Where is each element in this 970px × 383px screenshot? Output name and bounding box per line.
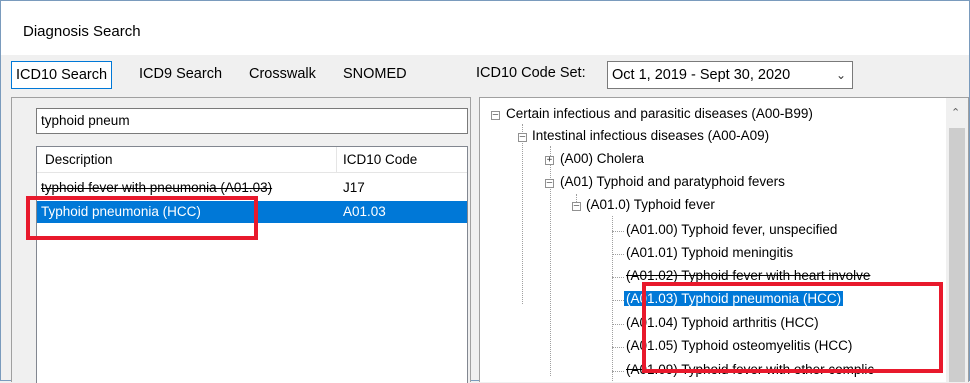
collapse-icon[interactable]: – [545, 179, 554, 188]
tree-node-group[interactable]: Intestinal infectious diseases (A00-A09) [532, 128, 769, 143]
tree-scrollbar[interactable]: ⌃ [946, 98, 968, 382]
title-bar: Diagnosis Search [1, 1, 969, 55]
tree-leaf[interactable]: (A01.00) Typhoid fever, unspecified [626, 222, 837, 237]
codeset-label: ICD10 Code Set: [476, 65, 586, 81]
chevron-down-icon: ⌄ [835, 68, 846, 82]
annotation-highlight-tree [642, 282, 943, 373]
tree-connector [612, 300, 624, 301]
results-list: Description ICD10 Code typhoid fever wit… [36, 146, 468, 383]
tree-connector [612, 371, 624, 372]
tree-node-typhoid-fever[interactable]: (A01.0) Typhoid fever [586, 197, 715, 212]
tree-node-root[interactable]: Certain infectious and parasitic disease… [506, 106, 813, 121]
tab-icd9-search[interactable]: ICD9 Search [135, 61, 226, 89]
tab-icd10-search[interactable]: ICD10 Search [11, 61, 113, 89]
result-code: A01.03 [343, 204, 386, 219]
tree-node-typhoid[interactable]: (A01) Typhoid and paratyphoid fevers [560, 174, 785, 189]
tree-connector [612, 254, 624, 255]
results-header: Description ICD10 Code [37, 147, 467, 173]
diagnosis-search-window: Diagnosis Search ICD10 Search ICD9 Searc… [0, 0, 970, 383]
column-header-code[interactable]: ICD10 Code [343, 152, 417, 167]
collapse-icon[interactable]: – [572, 202, 581, 211]
tab-snomed[interactable]: SNOMED [339, 61, 411, 89]
window-title: Diagnosis Search [23, 23, 141, 40]
scroll-up-icon[interactable]: ⌃ [951, 106, 960, 119]
column-header-description[interactable]: Description [45, 152, 113, 167]
scrollbar-thumb[interactable] [949, 128, 965, 382]
annotation-highlight-result [26, 196, 258, 240]
codeset-dropdown[interactable]: Oct 1, 2019 - Sept 30, 2020 ⌄ [607, 61, 853, 89]
tab-crosswalk[interactable]: Crosswalk [245, 61, 320, 89]
codeset-value: Oct 1, 2019 - Sept 30, 2020 [612, 67, 791, 83]
tree-leaf[interactable]: (A01.01) Typhoid meningitis [626, 245, 793, 260]
result-description: typhoid fever with pneumonia (A01.03) [41, 180, 273, 195]
column-divider[interactable] [336, 147, 337, 173]
result-code: J17 [343, 180, 365, 195]
tree-connector [612, 347, 624, 348]
tree-connector [612, 216, 613, 382]
expand-icon[interactable]: + [545, 156, 554, 165]
search-input[interactable]: typhoid pneum [36, 108, 468, 134]
tree-connector [612, 277, 624, 278]
tree-connector [612, 324, 624, 325]
collapse-icon[interactable]: – [518, 133, 527, 142]
tree-node-cholera[interactable]: (A00) Cholera [560, 151, 644, 166]
tree-connector [522, 124, 523, 304]
tree-leaf[interactable]: (A01.02) Typhoid fever with heart involv… [626, 268, 870, 283]
collapse-icon[interactable]: – [491, 111, 500, 120]
tree-connector [612, 231, 624, 232]
